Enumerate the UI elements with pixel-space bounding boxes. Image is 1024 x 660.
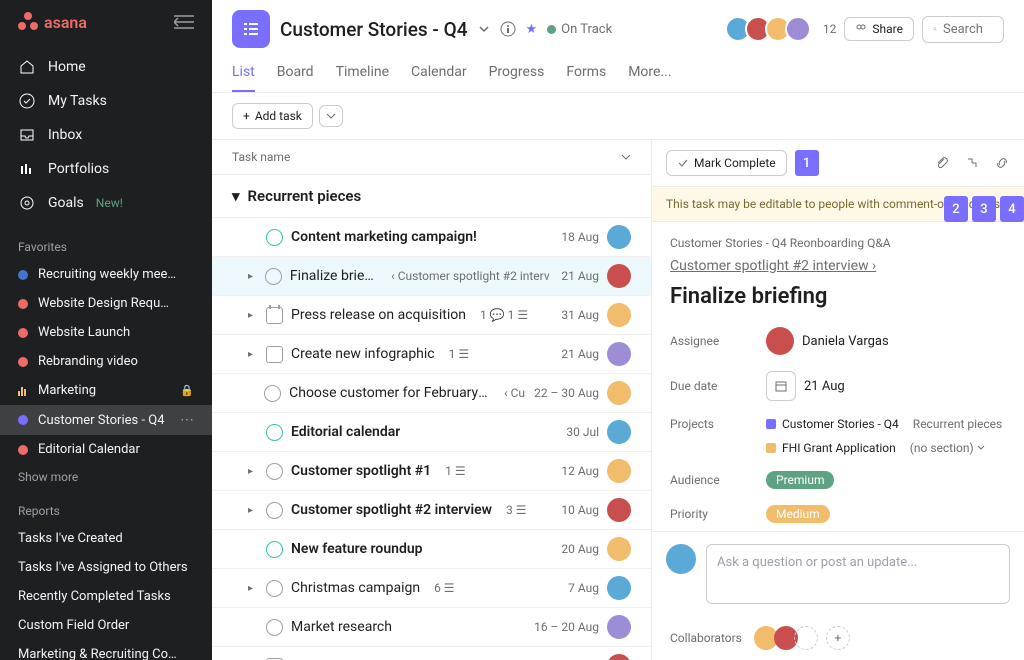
- nav-home[interactable]: Home: [0, 50, 212, 84]
- task-row[interactable]: ▸Christmas campaign6 ☰7 Aug: [212, 568, 651, 607]
- tab-progress[interactable]: Progress: [489, 58, 545, 92]
- num-badge: 1: [795, 150, 819, 176]
- audience-pill[interactable]: Premium: [766, 471, 834, 489]
- section-header[interactable]: ▾Recurrent pieces: [212, 175, 651, 217]
- attachment-icon[interactable]: [934, 155, 950, 171]
- task-row[interactable]: ▸Customer spotlight #11 ☰12 Aug: [212, 451, 651, 490]
- project-name[interactable]: FHI Grant Application: [782, 441, 896, 455]
- report-item[interactable]: Recently Completed Tasks: [0, 582, 212, 611]
- task-row[interactable]: New feature roundup20 Aug: [212, 529, 651, 568]
- favorites-header: Favorites: [0, 226, 212, 260]
- task-list: Task name ▾Recurrent piecesContent marke…: [212, 140, 651, 660]
- search-input[interactable]: [943, 22, 993, 37]
- breadcrumb[interactable]: Customer Stories - Q4 Reonboarding Q&A: [670, 236, 1006, 250]
- task-title[interactable]: Finalize briefing: [670, 284, 1006, 309]
- col-task-name: Task name: [232, 150, 621, 164]
- project-section[interactable]: Recurrent pieces: [913, 417, 1002, 431]
- task-row[interactable]: Choose customer for February spotlight‹ …: [212, 373, 651, 412]
- share-button[interactable]: Share: [844, 17, 914, 41]
- add-task-dropdown[interactable]: [319, 105, 343, 127]
- member-count: 12: [823, 22, 837, 36]
- collapse-sidebar-icon[interactable]: [174, 15, 194, 29]
- project-title: Customer Stories - Q4: [280, 18, 468, 41]
- favorite-item[interactable]: Rebranding video: [0, 347, 212, 376]
- add-collaborator-button[interactable]: +: [826, 626, 850, 650]
- num-badge: 2: [944, 196, 968, 222]
- add-task-button[interactable]: +Add task: [232, 103, 313, 129]
- project-name[interactable]: Customer Stories - Q4: [782, 417, 899, 431]
- show-more[interactable]: Show more: [0, 464, 212, 490]
- priority-pill[interactable]: Medium: [766, 505, 830, 523]
- projects-label: Projects: [670, 417, 766, 431]
- logo[interactable]: asana: [18, 12, 87, 32]
- tab-board[interactable]: Board: [277, 58, 314, 92]
- calendar-icon[interactable]: [766, 371, 796, 401]
- num-badge: 4: [1000, 196, 1024, 222]
- tab-more...[interactable]: More...: [628, 58, 671, 92]
- nav-check[interactable]: My Tasks: [0, 84, 212, 118]
- tab-forms[interactable]: Forms: [566, 58, 606, 92]
- collaborators-label: Collaborators: [670, 631, 742, 645]
- sidebar: asana HomeMy TasksInboxPortfoliosGoalsNe…: [0, 0, 212, 660]
- tab-calendar[interactable]: Calendar: [411, 58, 467, 92]
- report-item[interactable]: Tasks I've Created: [0, 524, 212, 553]
- project-status[interactable]: On Track: [547, 22, 612, 37]
- member-avatars[interactable]: [731, 16, 811, 42]
- assignee-label: Assignee: [670, 334, 766, 348]
- comment-input[interactable]: Ask a question or post an update...: [706, 544, 1010, 604]
- favorite-item[interactable]: Customer Stories - Q4⋯: [0, 405, 212, 435]
- favorite-item[interactable]: Marketing🔒: [0, 376, 212, 405]
- favorite-item[interactable]: Website Design Requ…: [0, 289, 212, 318]
- report-item[interactable]: Marketing & Recruiting Co…: [0, 640, 212, 660]
- project-icon: [232, 10, 270, 48]
- favorite-item[interactable]: Recruiting weekly mee…: [0, 260, 212, 289]
- favorite-item[interactable]: Editorial Calendar: [0, 435, 212, 464]
- nav-portfolios[interactable]: Portfolios: [0, 152, 212, 186]
- avatar: [766, 327, 794, 355]
- parent-task-link[interactable]: Customer spotlight #2 interview ›: [670, 258, 1006, 274]
- task-row[interactable]: Market research16 – 20 Aug: [212, 607, 651, 646]
- task-detail-panel: 2 3 4 Mark Complete 1 This task may be e…: [651, 140, 1024, 660]
- avatar-placeholder[interactable]: [794, 626, 818, 650]
- mark-complete-button[interactable]: Mark Complete: [666, 150, 787, 176]
- task-row[interactable]: ▸Customer spotlight #2 interview3 ☰10 Au…: [212, 490, 651, 529]
- assignee-name[interactable]: Daniela Vargas: [802, 334, 889, 349]
- task-row[interactable]: ▸Press release on acquisition1 💬 1 ☰31 A…: [212, 295, 651, 334]
- audience-label: Audience: [670, 473, 766, 487]
- due-date[interactable]: 21 Aug: [804, 379, 845, 394]
- chevron-down-icon[interactable]: [478, 23, 490, 35]
- subtask-icon[interactable]: [964, 155, 980, 171]
- reports-header: Reports: [0, 490, 212, 524]
- avatar: [666, 544, 696, 574]
- report-item[interactable]: Tasks I've Assigned to Others: [0, 553, 212, 582]
- task-row[interactable]: ▸Create new infographic1 ☰21 Aug: [212, 334, 651, 373]
- header: Customer Stories - Q4 ★ On Track 12: [212, 0, 1024, 93]
- star-icon[interactable]: ★: [526, 22, 538, 37]
- task-row[interactable]: ▸Create campaign1 ☰24 Aug: [212, 646, 651, 660]
- tab-list[interactable]: List: [232, 58, 255, 92]
- nav-goals[interactable]: GoalsNew!: [0, 186, 212, 220]
- search-box[interactable]: [922, 16, 1004, 43]
- tab-timeline[interactable]: Timeline: [336, 58, 389, 92]
- task-row[interactable]: Content marketing campaign!18 Aug: [212, 217, 651, 256]
- project-section[interactable]: (no section): [910, 441, 985, 455]
- due-date-label: Due date: [670, 379, 766, 393]
- chevron-down-icon[interactable]: [621, 152, 631, 162]
- task-row[interactable]: ▸Finalize briefing‹ Customer spotlight #…: [212, 256, 651, 295]
- link-icon[interactable]: [994, 155, 1010, 171]
- favorite-item[interactable]: Website Launch: [0, 318, 212, 347]
- priority-label: Priority: [670, 507, 766, 521]
- report-item[interactable]: Custom Field Order: [0, 611, 212, 640]
- info-icon[interactable]: [500, 21, 516, 37]
- nav-inbox[interactable]: Inbox: [0, 118, 212, 152]
- task-row[interactable]: Editorial calendar30 Jul: [212, 412, 651, 451]
- num-badge: 3: [972, 196, 996, 222]
